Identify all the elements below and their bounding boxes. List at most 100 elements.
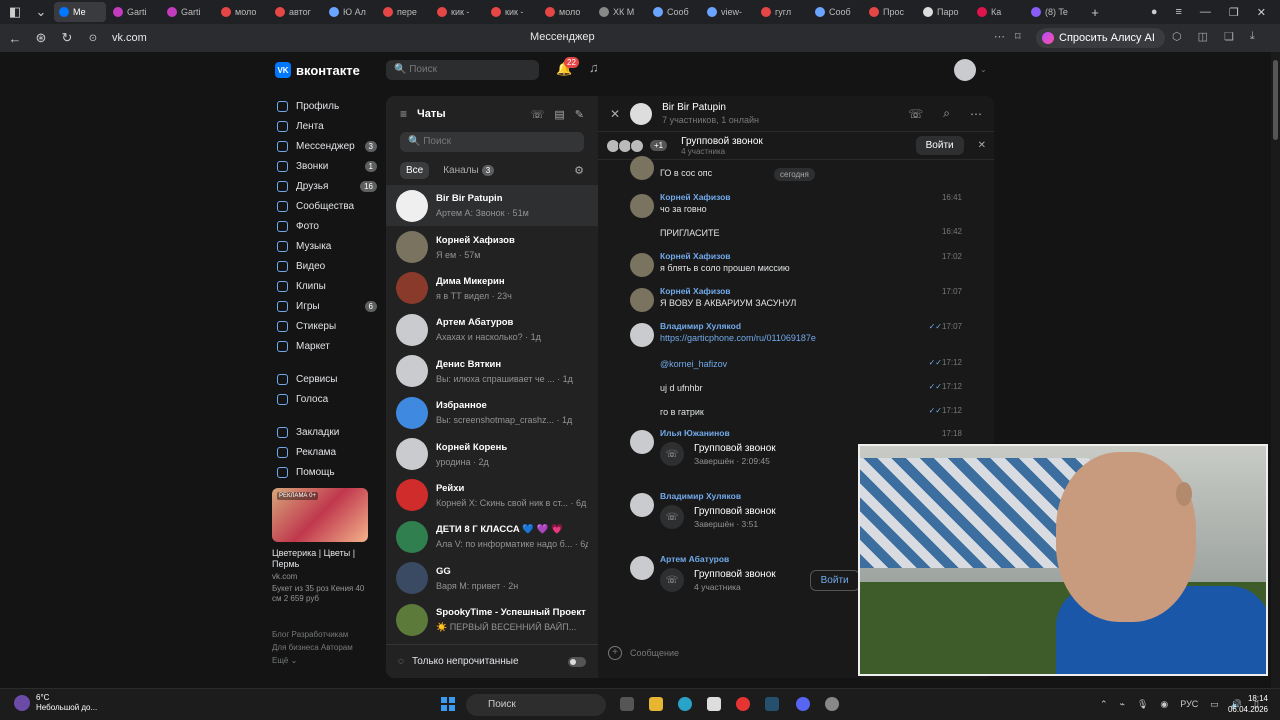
ask-alice-button[interactable]: Спросить Алису AI	[1036, 28, 1165, 48]
tab-all[interactable]: Все	[400, 162, 430, 179]
conversation-item[interactable]: Корней Корень уродина · 2д	[386, 433, 598, 474]
reload-icon[interactable]: ↻	[56, 30, 78, 46]
browser-tab[interactable]: Ка	[972, 2, 1024, 22]
browser-tab[interactable]: (8) Te	[1026, 2, 1078, 22]
sidebar-item[interactable]: Закладки	[272, 422, 380, 442]
message-author[interactable]: Илья Южанинов	[660, 428, 730, 438]
message-author[interactable]: Корней Хафизов	[660, 286, 731, 296]
yandex-browser-icon[interactable]	[736, 697, 750, 711]
add-call-icon[interactable]: ☏	[531, 108, 545, 121]
message-author[interactable]: Владимир Хулякоd	[660, 321, 741, 331]
message-input[interactable]: Сообщение	[630, 648, 679, 658]
attach-icon[interactable]: +	[608, 646, 622, 660]
bookmark-icon[interactable]: ⌑	[1015, 30, 1021, 43]
browser-tab[interactable]: гугл	[756, 2, 808, 22]
reader-icon[interactable]: ◫	[1198, 30, 1208, 43]
sender-avatar[interactable]	[630, 493, 654, 517]
settings-icon[interactable]: ⚙	[574, 164, 584, 177]
browser-tab[interactable]: Ю Ал	[324, 2, 376, 22]
message-author[interactable]: Корней Хафизов	[660, 251, 731, 261]
tab-channels[interactable]: Каналы 3	[437, 162, 500, 179]
extensions-icon[interactable]: ⬡	[1172, 30, 1182, 43]
footer-line-1[interactable]: Блог Разработчикам	[272, 628, 382, 641]
user-avatar[interactable]	[954, 59, 976, 81]
conversation-item[interactable]: Bir Bir Patupin Артем А: Звонок · 51м	[386, 185, 598, 227]
call-card[interactable]: ☏ Групповой звонок Завершён · 3:51	[660, 505, 776, 529]
discord-icon[interactable]	[796, 697, 810, 711]
user-menu-chevron-icon[interactable]: ⌄	[980, 65, 987, 74]
download-icon[interactable]: ⤓	[1250, 30, 1255, 43]
sidebar-item[interactable]: Профиль	[272, 96, 380, 116]
sender-avatar[interactable]	[630, 430, 654, 454]
sidebar-item[interactable]: Помощь	[272, 462, 380, 482]
sidebar-item[interactable]: Лента	[272, 116, 380, 136]
compose-icon[interactable]: ✎	[575, 108, 584, 121]
conversation-item[interactable]: SpookyTime - Успешный Проект ☀️ ПЕРВЫЙ В…	[386, 599, 598, 640]
sidebar-item[interactable]: Звонки 1	[272, 156, 380, 176]
sender-avatar[interactable]	[630, 156, 654, 180]
sidebar-item[interactable]: Сообщества	[272, 196, 380, 216]
profile-icon[interactable]: ●	[1151, 6, 1158, 19]
browser-tab[interactable]: автог	[270, 2, 322, 22]
archive-icon[interactable]: ▤	[554, 108, 564, 121]
sidebar-item[interactable]: Сервисы	[272, 369, 380, 389]
join-call-card-button[interactable]: Войти	[809, 569, 860, 591]
chat-search-input[interactable]: 🔍 Поиск	[400, 132, 584, 152]
conversation-item[interactable]: Избранное Вы: screenshotmap_crashz... · …	[386, 392, 598, 433]
more-options-icon[interactable]: ⋯	[970, 107, 982, 121]
restore-icon[interactable]: ❐	[1229, 6, 1239, 19]
close-callbar-icon[interactable]: ✕	[978, 140, 986, 151]
scrollbar-thumb[interactable]	[1273, 60, 1278, 140]
sidebar-item[interactable]: Мессенджер 3	[272, 136, 380, 156]
new-tab-icon[interactable]: +	[1084, 5, 1106, 20]
edge-icon[interactable]	[678, 697, 692, 711]
browser-tab[interactable]: моло	[540, 2, 592, 22]
mention-link[interactable]: @kornei_hafizov	[660, 359, 727, 369]
back-icon[interactable]: ←	[4, 31, 26, 46]
browser-menu-icon[interactable]: ◧	[4, 4, 26, 20]
browser-tab[interactable]: пере	[378, 2, 430, 22]
message-author[interactable]: Корней Хафизов	[660, 192, 731, 202]
task-view-icon[interactable]	[620, 697, 634, 711]
shield-icon[interactable]: ⊛	[30, 30, 52, 46]
chat-avatar[interactable]	[630, 102, 653, 125]
language-indicator[interactable]: РУС	[1180, 699, 1198, 710]
call-card[interactable]: ☏ Групповой звонок 4 участника Войти	[660, 568, 860, 592]
browser-tab[interactable]: Garti	[108, 2, 160, 22]
browser-tab[interactable]: Паро	[918, 2, 970, 22]
conversation-item[interactable]: Корней Хафизов Я ем · 57м	[386, 226, 598, 267]
page-scrollbar[interactable]	[1271, 52, 1280, 688]
browser-tab[interactable]: view-	[702, 2, 754, 22]
close-window-icon[interactable]: ✕	[1257, 6, 1266, 19]
browser-tab[interactable]: Garti	[162, 2, 214, 22]
browser-tab[interactable]: Сооб	[648, 2, 700, 22]
chat-title[interactable]: Bir Bir Patupin	[662, 102, 898, 113]
hide-icon[interactable]: ◉	[1160, 699, 1168, 710]
conversation-item[interactable]: ДЕТИ 8 Г КЛАССА 💙 💜 💗 Ала V: по информат…	[386, 516, 598, 557]
sidebar-item[interactable]: Голоса	[272, 389, 380, 409]
browser-tab[interactable]: моло	[216, 2, 268, 22]
sidebar-item[interactable]: Клипы	[272, 276, 380, 296]
only-unread-row[interactable]: ◌ Только непрочитанные	[386, 644, 598, 678]
clock[interactable]: 18:14 06.04.2026	[1228, 693, 1268, 715]
conversation-item[interactable]: Дима Микерин я в ТТ видел · 23ч	[386, 268, 598, 309]
sidebar-item[interactable]: Маркет	[272, 336, 380, 356]
steam-icon[interactable]	[765, 697, 779, 711]
sidebar-item[interactable]: Видео	[272, 256, 380, 276]
minimize-icon[interactable]: —	[1200, 6, 1211, 19]
sender-avatar[interactable]	[630, 323, 654, 347]
sidebar-item[interactable]: Друзья 16	[272, 176, 380, 196]
browser-tab[interactable]: ХК М	[594, 2, 646, 22]
sender-avatar[interactable]	[630, 253, 654, 277]
notifications-icon[interactable]: 🔔 22	[556, 57, 579, 77]
browser-tab[interactable]: кик -	[486, 2, 538, 22]
vk-search-input[interactable]: 🔍 Поиск	[386, 60, 539, 80]
active-call-bar[interactable]: +1 Групповой звонок 4 участника Войти ✕	[598, 132, 994, 160]
browser-tab[interactable]: Сооб	[810, 2, 862, 22]
join-call-button[interactable]: Войти	[915, 136, 964, 155]
close-chat-icon[interactable]: ✕	[610, 107, 620, 121]
url-field[interactable]: vk.com	[112, 32, 147, 44]
more-icon[interactable]: ⋯	[994, 30, 1005, 43]
sidebar-item[interactable]: Музыка	[272, 236, 380, 256]
mic-icon[interactable]: 🎙	[1137, 699, 1148, 710]
